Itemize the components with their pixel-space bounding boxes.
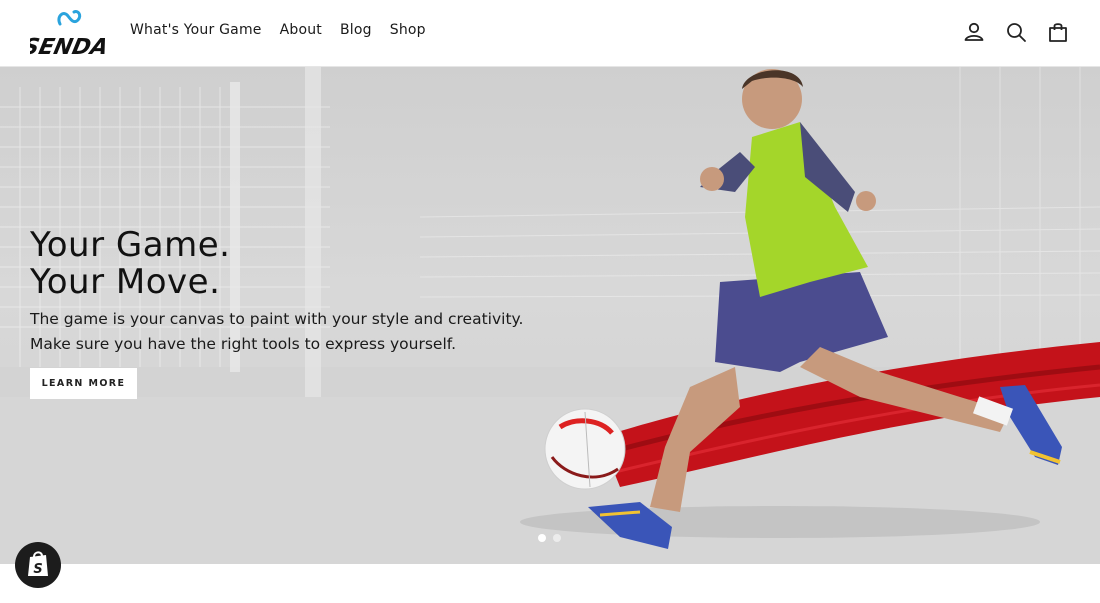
slide-dot-2[interactable] xyxy=(553,534,561,542)
svg-text:S: S xyxy=(33,562,42,577)
senda-logo[interactable]: SENDA xyxy=(21,6,111,62)
learn-more-button[interactable]: LEARN MORE xyxy=(30,368,137,399)
shopify-bag-icon: S xyxy=(28,551,48,577)
nav-item-blog[interactable]: Blog xyxy=(340,22,372,38)
cart-icon[interactable] xyxy=(1046,20,1070,44)
nav-item-whats-your-game[interactable]: What's Your Game xyxy=(130,22,262,38)
slideshow-dots xyxy=(538,534,561,542)
hero-title-line-2: Your Move. xyxy=(30,262,221,302)
shopify-chat-button[interactable]: S xyxy=(15,542,61,588)
slide-dot-1[interactable] xyxy=(538,534,546,542)
nav-item-about[interactable]: About xyxy=(280,22,322,38)
header-icons xyxy=(962,20,1070,44)
hero-banner: Your Game. Your Move. The game is your c… xyxy=(0,67,1100,564)
hero-title-line-1: Your Game. xyxy=(30,225,231,265)
main-nav: What's Your Game About Blog Shop xyxy=(130,22,444,38)
search-icon[interactable] xyxy=(1004,20,1028,44)
account-icon[interactable] xyxy=(962,20,986,44)
hero-title: Your Game. Your Move. xyxy=(30,227,230,301)
svg-text:SENDA: SENDA xyxy=(30,34,108,60)
site-header: SENDA What's Your Game About Blog Shop xyxy=(0,0,1100,67)
nav-item-shop[interactable]: Shop xyxy=(390,22,426,38)
hero-subtitle: The game is your canvas to paint with yo… xyxy=(30,310,524,353)
